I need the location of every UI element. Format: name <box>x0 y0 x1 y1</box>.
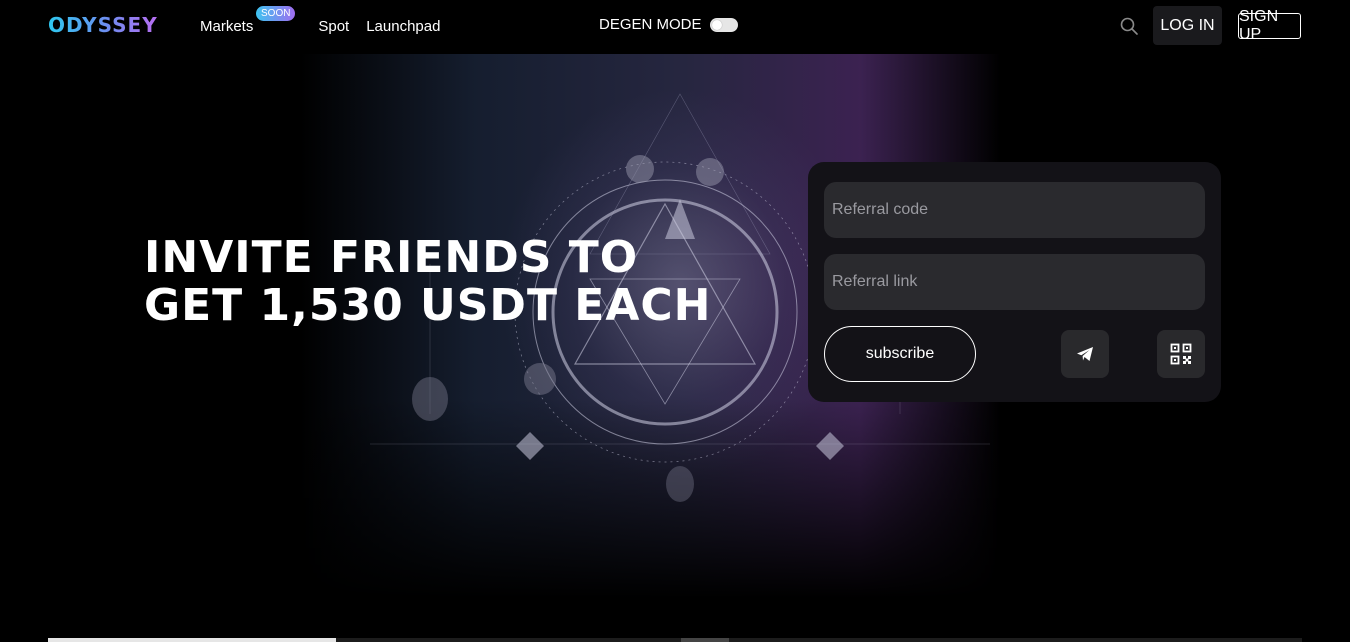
hero-headline: INVITE FRIENDS TO GET 1,530 USDT EACH <box>144 234 712 330</box>
subscribe-button[interactable]: subscribe <box>824 326 976 382</box>
referral-card: subscribe <box>808 162 1221 402</box>
telegram-icon <box>1077 347 1093 361</box>
degen-mode-toggle[interactable] <box>709 17 738 32</box>
headline-line-1: INVITE FRIENDS TO <box>144 232 639 283</box>
carousel-indicator-active[interactable] <box>48 638 336 642</box>
degen-mode: DEGEN MODE <box>599 16 738 33</box>
hero-section: INVITE FRIENDS TO GET 1,530 USDT EACH su… <box>0 54 1350 598</box>
toggle-knob <box>711 19 722 30</box>
carousel-indicator[interactable] <box>681 638 729 642</box>
qr-code-button[interactable] <box>1157 330 1205 378</box>
headline-line-2: GET 1,530 USDT EACH <box>144 280 712 331</box>
top-nav-bar: ODYSSEY Markets SOON Spot Launchpad DEGE… <box>0 0 1350 52</box>
search-icon[interactable] <box>1119 16 1139 36</box>
referral-link-input[interactable] <box>824 254 1205 310</box>
nav-markets-label: Markets <box>200 17 254 35</box>
main-nav: Markets SOON Spot Launchpad <box>200 0 440 52</box>
soon-badge: SOON <box>256 5 296 21</box>
odyssey-logo[interactable]: ODYSSEY <box>48 13 158 37</box>
degen-mode-label: DEGEN MODE <box>599 16 702 33</box>
nav-markets[interactable]: Markets SOON <box>200 5 301 35</box>
login-button[interactable]: LOG IN <box>1153 6 1222 45</box>
nav-spot[interactable]: Spot <box>318 18 349 35</box>
referral-code-input[interactable] <box>824 182 1205 238</box>
signup-button[interactable]: SIGN UP <box>1238 8 1301 43</box>
qr-code-icon <box>1170 343 1192 365</box>
telegram-share-button[interactable] <box>1061 330 1109 378</box>
nav-launchpad[interactable]: Launchpad <box>366 18 440 35</box>
